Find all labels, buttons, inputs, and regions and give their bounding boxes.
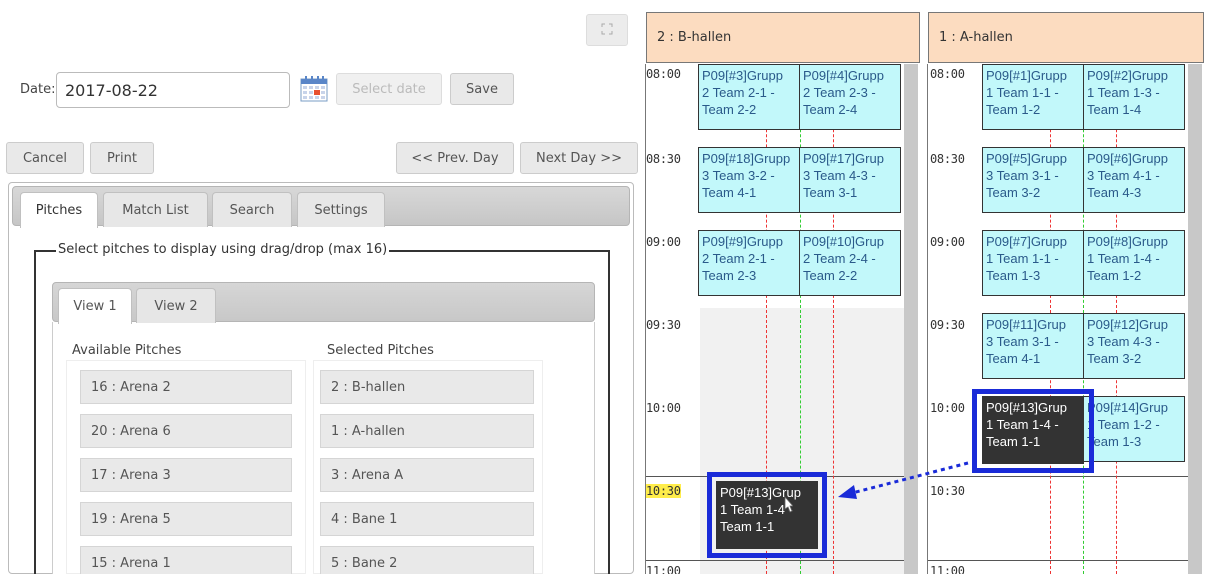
select-date-button[interactable]: Select date	[336, 73, 442, 105]
prev-day-button[interactable]: << Prev. Day	[396, 142, 514, 174]
view-tab-bar	[52, 282, 595, 322]
match-block[interactable]: P09[#10]Grup 2 Team 2-4 - Team 2-2	[799, 230, 901, 296]
tab-match-list[interactable]: Match List	[103, 192, 208, 227]
date-label: Date:	[20, 82, 56, 97]
time-label: 09:30	[646, 318, 681, 332]
match-block[interactable]: P09[#4]Grupp 2 Team 2-3 - Team 2-4	[799, 64, 901, 130]
drag-arrow-icon	[838, 461, 969, 499]
time-label: 09:00	[646, 235, 681, 249]
match-block[interactable]: P09[#12]Grup 3 Team 4-3 - Team 3-2	[1083, 313, 1185, 379]
match-block[interactable]: P09[#9]Grupp 2 Team 2-1 - Team 2-3	[698, 230, 800, 296]
match-block[interactable]: P09[#3]Grupp 2 Team 2-1 - Team 2-2	[698, 64, 800, 130]
time-row-divider	[928, 560, 1188, 561]
expand-button[interactable]	[586, 14, 628, 46]
time-label: 11:00	[646, 564, 681, 574]
selected-pitches-header: Selected Pitches	[327, 343, 434, 358]
available-pitch-item[interactable]: 17 : Arena 3	[80, 458, 292, 492]
time-label: 09:00	[930, 235, 965, 249]
match-block[interactable]: P09[#14]Grup 1 Team 1-2 - Team 1-3	[1083, 396, 1185, 462]
dragged-match-block[interactable]: P09[#13]Grup 1 Team 1-4 - Team 1-1	[716, 481, 818, 549]
mouse-cursor-icon	[783, 495, 794, 518]
available-pitch-item[interactable]: 16 : Arena 2	[80, 370, 292, 404]
tab-view-1[interactable]: View 1	[58, 288, 132, 324]
time-label: 08:30	[930, 152, 965, 166]
time-label: 08:00	[646, 67, 681, 81]
expand-icon	[601, 23, 613, 38]
time-label: 08:00	[930, 67, 965, 81]
time-label: 10:00	[646, 401, 681, 415]
pitch-header-a-hallen: 1 : A-hallen	[928, 12, 1204, 63]
match-block[interactable]: P09[#7]Grupp 1 Team 1-1 - Team 1-3	[982, 230, 1084, 296]
tab-view-2[interactable]: View 2	[136, 288, 216, 323]
current-time-label: 10:30	[646, 484, 681, 498]
tab-settings[interactable]: Settings	[297, 192, 385, 227]
selected-pitch-item[interactable]: 4 : Bane 1	[320, 502, 534, 536]
save-button[interactable]: Save	[450, 73, 514, 105]
scrollbar-a-hallen[interactable]	[1188, 64, 1202, 574]
selected-pitch-item[interactable]: 1 : A-hallen	[320, 414, 534, 448]
time-row-divider	[646, 560, 904, 561]
tab-pitches[interactable]: Pitches	[20, 192, 98, 228]
match-block[interactable]: P09[#17]Grup 3 Team 4-3 - Team 3-1	[799, 147, 901, 213]
match-block[interactable]: P09[#1]Grupp 1 Team 1-1 - Team 1-2	[982, 64, 1084, 130]
selected-pitch-item[interactable]: 3 : Arena A	[320, 458, 534, 492]
available-pitches-header: Available Pitches	[72, 343, 182, 358]
match-block[interactable]: P09[#11]Grup 3 Team 3-1 - Team 4-1	[982, 313, 1084, 379]
drag-source-match-block[interactable]: P09[#13]Grup 1 Team 1-4 - Team 1-1	[982, 396, 1084, 464]
match-block[interactable]: P09[#18]Grupp 3 Team 3-2 - Team 4-1	[698, 147, 800, 213]
date-input[interactable]: 2017-08-22	[56, 72, 290, 108]
next-day-button[interactable]: Next Day >>	[520, 142, 638, 174]
match-block[interactable]: P09[#6]Grupp 3 Team 4-1 - Team 4-3	[1083, 147, 1185, 213]
time-label: 09:30	[930, 318, 965, 332]
pitch-header-b-hallen: 2 : B-hallen	[646, 12, 920, 63]
available-pitch-item[interactable]: 20 : Arena 6	[80, 414, 292, 448]
pitch-selector-legend: Select pitches to display using drag/dro…	[56, 242, 390, 257]
selected-pitch-item[interactable]: 5 : Bane 2	[320, 546, 534, 574]
available-pitch-item[interactable]: 15 : Arena 1	[80, 546, 292, 574]
available-pitch-item[interactable]: 19 : Arena 5	[80, 502, 292, 536]
calendar-icon[interactable]	[300, 76, 328, 102]
print-button[interactable]: Print	[90, 142, 154, 174]
match-block[interactable]: P09[#8]Grupp 1 Team 1-4 - Team 1-2	[1083, 230, 1185, 296]
match-block[interactable]: P09[#2]Grupp 1 Team 1-3 - Team 1-4	[1083, 64, 1185, 130]
match-block[interactable]: P09[#5]Grupp 3 Team 3-1 - Team 3-2	[982, 147, 1084, 213]
time-label: 11:00	[930, 564, 965, 574]
time-label: 10:00	[930, 401, 965, 415]
selected-pitch-item[interactable]: 2 : B-hallen	[320, 370, 534, 404]
time-label: 08:30	[646, 152, 681, 166]
cancel-button[interactable]: Cancel	[6, 142, 84, 174]
tab-search[interactable]: Search	[212, 192, 292, 227]
